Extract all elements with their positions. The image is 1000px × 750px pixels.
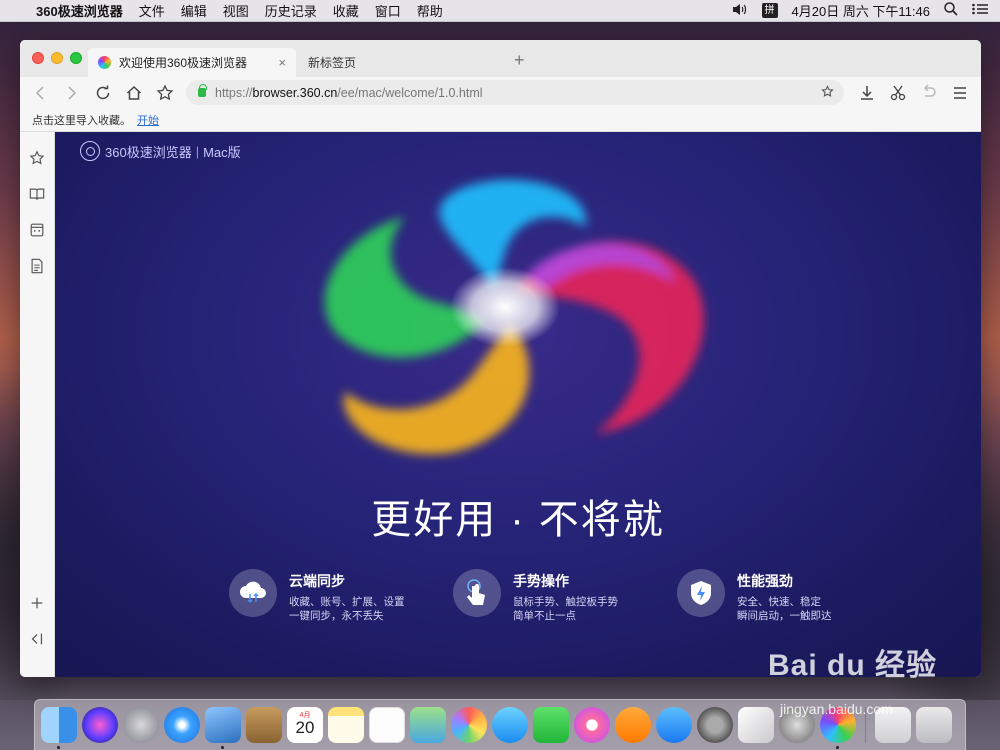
finder-icon[interactable]	[41, 707, 77, 749]
download-button[interactable]	[856, 82, 878, 104]
back-button[interactable]	[30, 82, 52, 104]
system-preferences-gear-icon[interactable]	[697, 707, 733, 743]
menu-extras: 拼 4月20日 周六 下午11:46	[732, 1, 1000, 20]
screenshot-scissors-button[interactable]	[887, 82, 909, 104]
url-scheme: https://	[215, 85, 253, 100]
browser-window: 欢迎使用360极速浏览器 × 新标签页 + https:// browser.3…	[20, 40, 981, 677]
import-bookmarks-link[interactable]: 开始	[137, 112, 159, 128]
facetime-camera-icon[interactable]	[533, 707, 569, 743]
feature-desc-line1: 鼠标手势、触控板手势	[513, 596, 618, 608]
cloud-sync-icon	[229, 569, 277, 617]
brand-header: 360极速浏览器 | Mac版	[80, 141, 241, 161]
navigation-toolbar: https:// browser.360.cn /ee/mac/welcome/…	[20, 77, 981, 109]
maps-icon[interactable]	[410, 707, 446, 743]
menu-edit[interactable]: 编辑	[181, 1, 207, 20]
side-panel	[20, 132, 55, 677]
zoom-window-button[interactable]	[70, 52, 82, 64]
menu-history[interactable]: 历史记录	[265, 1, 317, 20]
reminders-list-icon[interactable]	[369, 707, 405, 743]
feature-desc-line2: 瞬间启动，一触即达	[737, 610, 832, 622]
extension-box-icon[interactable]	[28, 221, 46, 239]
calendar-icon[interactable]: 4月 20	[287, 707, 323, 743]
bookmarks-bar: 点击这里导入收藏。 开始	[20, 109, 981, 132]
baidu-jingyan-watermark: Bai du 经验	[768, 649, 938, 682]
feature-title: 手势操作	[513, 573, 569, 589]
menu-help[interactable]: 帮助	[417, 1, 443, 20]
notification-center-icon[interactable]	[972, 3, 988, 18]
feature-performance: 性能强劲 安全、快速、稳定 瞬间启动，一触即达	[677, 569, 832, 623]
reload-button[interactable]	[92, 82, 114, 104]
menu-bookmarks[interactable]: 收藏	[333, 1, 359, 20]
tab-label: 欢迎使用360极速浏览器	[119, 56, 248, 70]
menu-file[interactable]: 文件	[139, 1, 165, 20]
360-logo-icon	[80, 141, 100, 161]
notes-icon[interactable]	[328, 707, 364, 743]
app-store-icon[interactable]	[656, 707, 692, 743]
ibooks-icon[interactable]	[615, 707, 651, 743]
spotlight-search-icon[interactable]	[944, 2, 958, 19]
brand-separator: |	[195, 143, 200, 159]
tab-label: 新标签页	[308, 56, 357, 70]
brand-name: 360极速浏览器	[105, 144, 192, 160]
feature-desc-line2: 一键同步，永不丢失	[289, 610, 384, 622]
feature-title: 性能强劲	[737, 573, 793, 589]
360-browser-favicon-icon	[98, 56, 111, 69]
close-window-button[interactable]	[32, 52, 44, 64]
collapse-sidebar-icon[interactable]	[28, 630, 46, 648]
favorites-star-icon[interactable]	[28, 149, 46, 167]
brand-edition: Mac版	[203, 144, 241, 160]
launchpad-rocket-icon[interactable]	[123, 707, 159, 743]
shield-bolt-icon	[677, 569, 725, 617]
welcome-page: 360极速浏览器 | Mac版 更好用 · 不将就 云端同步 收藏、账号、扩展、…	[55, 132, 981, 677]
itunes-music-icon[interactable]	[574, 707, 610, 743]
forward-button[interactable]	[60, 82, 82, 104]
main-menu-button[interactable]	[949, 82, 971, 104]
minimize-window-button[interactable]	[51, 52, 63, 64]
menu-app-name[interactable]: 360极速浏览器	[36, 1, 123, 20]
menu-view[interactable]: 视图	[223, 1, 249, 20]
contacts-book-icon[interactable]	[246, 707, 282, 743]
preview-photos-icon[interactable]	[205, 707, 241, 749]
trash-icon[interactable]	[916, 707, 952, 743]
feature-gestures: 手势操作 鼠标手势、触控板手势 简单不止一点	[453, 569, 618, 623]
url-path: /ee/mac/welcome/1.0.html	[337, 85, 483, 100]
feature-desc-line1: 安全、快速、稳定	[737, 596, 821, 608]
add-favorite-icon[interactable]	[821, 84, 834, 101]
safari-compass-icon[interactable]	[164, 707, 200, 743]
reading-list-book-icon[interactable]	[28, 185, 46, 203]
bookmark-star-button[interactable]	[154, 82, 176, 104]
feature-title: 云端同步	[289, 573, 345, 589]
volume-icon[interactable]	[732, 3, 748, 19]
photo-booth-icon[interactable]	[738, 707, 774, 743]
calendar-day: 20	[295, 718, 315, 737]
menu-window[interactable]: 窗口	[375, 1, 401, 20]
feature-desc-line2: 简单不止一点	[513, 610, 576, 622]
import-bookmarks-text: 点击这里导入收藏。	[32, 115, 131, 127]
clock[interactable]: 4月20日 周六 下午11:46	[792, 1, 930, 20]
tab-close-icon[interactable]: ×	[278, 55, 286, 70]
photos-flower-icon[interactable]	[451, 707, 487, 743]
home-button[interactable]	[123, 82, 145, 104]
gesture-hand-icon	[453, 569, 501, 617]
tab-welcome[interactable]: 欢迎使用360极速浏览器 ×	[88, 48, 296, 77]
new-tab-button[interactable]: +	[514, 50, 525, 71]
feature-cloud-sync: 云端同步 收藏、账号、扩展、设置 一键同步，永不丢失	[229, 569, 405, 623]
swirl-logo-graphic	[324, 179, 704, 455]
tab-new-tab-page[interactable]: 新标签页	[298, 48, 500, 77]
tab-bar: 欢迎使用360极速浏览器 × 新标签页 +	[20, 40, 981, 77]
slogan: 更好用 · 不将就	[371, 498, 665, 542]
undo-close-tab-button[interactable]	[918, 82, 940, 104]
feature-desc-line1: 收藏、账号、扩展、设置	[289, 596, 405, 608]
watermark-url: jingyan.baidu.com	[780, 701, 893, 717]
add-sidebar-item-icon[interactable]	[28, 594, 46, 612]
siri-icon[interactable]	[82, 707, 118, 743]
address-bar[interactable]: https:// browser.360.cn /ee/mac/welcome/…	[186, 80, 844, 105]
url-host: browser.360.cn	[252, 85, 338, 100]
menu-bar: 360极速浏览器 文件 编辑 视图 历史记录 收藏 窗口 帮助 拼 4月20日 …	[0, 0, 1000, 22]
secure-lock-icon	[198, 84, 207, 97]
notes-document-icon[interactable]	[28, 257, 46, 275]
input-method-icon[interactable]: 拼	[761, 3, 778, 18]
messages-bubble-icon[interactable]	[492, 707, 528, 743]
